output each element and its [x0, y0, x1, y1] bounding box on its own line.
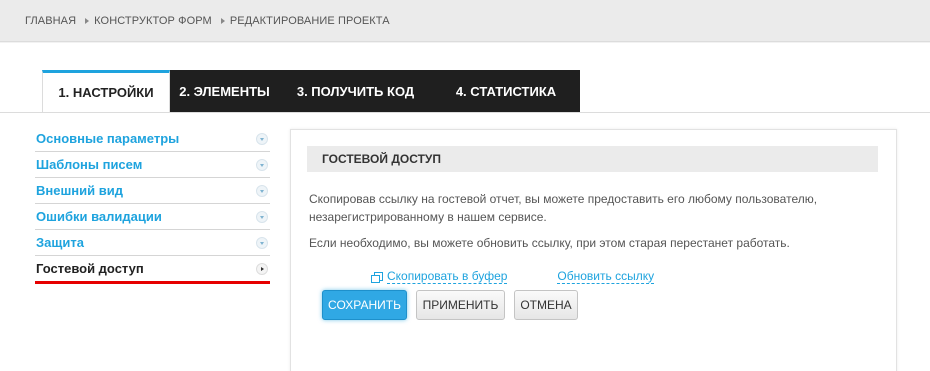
tab-elements[interactable]: 2. ЭЛЕМЕНТЫ	[170, 70, 279, 112]
sidebar-item-validation-errors[interactable]: Ошибки валидации	[35, 204, 270, 230]
sidebar-item-guest-access[interactable]: Гостевой доступ	[35, 256, 270, 284]
sidebar-item-label: Гостевой доступ	[36, 261, 144, 276]
sidebar-item-label: Основные параметры	[36, 131, 180, 146]
copy-icon[interactable]	[371, 271, 383, 283]
settings-sidebar: Основные параметры Шаблоны писем Внешний…	[35, 126, 270, 284]
chevron-down-icon	[256, 184, 268, 197]
sidebar-item-label: Шаблоны писем	[36, 157, 143, 172]
main-content: 1. НАСТРОЙКИ 2. ЭЛЕМЕНТЫ 3. ПОЛУЧИТЬ КОД…	[0, 43, 930, 371]
tab-get-code[interactable]: 3. ПОЛУЧИТЬ КОД	[279, 70, 432, 112]
refresh-link[interactable]: Обновить ссылку	[557, 269, 655, 284]
breadcrumb-edit-project: РЕДАКТИРОВАНИЕ ПРОЕКТА	[229, 14, 390, 27]
chevron-down-icon	[256, 132, 268, 145]
sidebar-item-label: Ошибки валидации	[36, 209, 162, 224]
breadcrumb: ГЛАВНАЯ КОНСТРУКТОР ФОРМ РЕДАКТИРОВАНИЕ …	[0, 0, 930, 42]
cancel-button[interactable]: ОТМЕНА	[514, 290, 578, 320]
breadcrumb-separator-icon	[220, 17, 225, 24]
copy-to-clipboard-link[interactable]: Скопировать в буфер	[387, 269, 508, 284]
chevron-down-icon	[256, 236, 268, 249]
sidebar-item-email-templates[interactable]: Шаблоны писем	[35, 152, 270, 178]
save-button[interactable]: СОХРАНИТЬ	[322, 290, 407, 320]
sidebar-item-appearance[interactable]: Внешний вид	[35, 178, 270, 204]
breadcrumb-form-builder[interactable]: КОНСТРУКТОР ФОРМ	[94, 15, 212, 27]
guest-access-panel: ГОСТЕВОЙ ДОСТУП Скопировав ссылку на гос…	[290, 129, 897, 371]
breadcrumb-separator-icon	[85, 17, 90, 24]
sidebar-item-label: Внешний вид	[36, 183, 123, 198]
chevron-right-icon	[256, 262, 268, 275]
chevron-down-icon	[256, 210, 268, 223]
apply-button[interactable]: ПРИМЕНИТЬ	[416, 290, 505, 320]
tab-settings[interactable]: 1. НАСТРОЙКИ	[42, 70, 170, 112]
chevron-down-icon	[256, 158, 268, 171]
tab-divider	[0, 112, 930, 113]
sidebar-item-protection[interactable]: Защита	[35, 230, 270, 256]
panel-title: ГОСТЕВОЙ ДОСТУП	[307, 146, 878, 172]
sidebar-item-basic-params[interactable]: Основные параметры	[35, 126, 270, 152]
link-row: Скопировать в буфер Обновить ссылку	[371, 269, 655, 284]
breadcrumb-home[interactable]: ГЛАВНАЯ	[25, 15, 76, 27]
tab-statistics[interactable]: 4. СТАТИСТИКА	[432, 70, 580, 112]
panel-description: Скопировав ссылку на гостевой отчет, вы …	[309, 192, 818, 224]
sidebar-item-label: Защита	[36, 235, 84, 250]
tab-bar: 1. НАСТРОЙКИ 2. ЭЛЕМЕНТЫ 3. ПОЛУЧИТЬ КОД…	[42, 70, 580, 112]
panel-note: Если необходимо, вы можете обновить ссыл…	[309, 236, 790, 250]
